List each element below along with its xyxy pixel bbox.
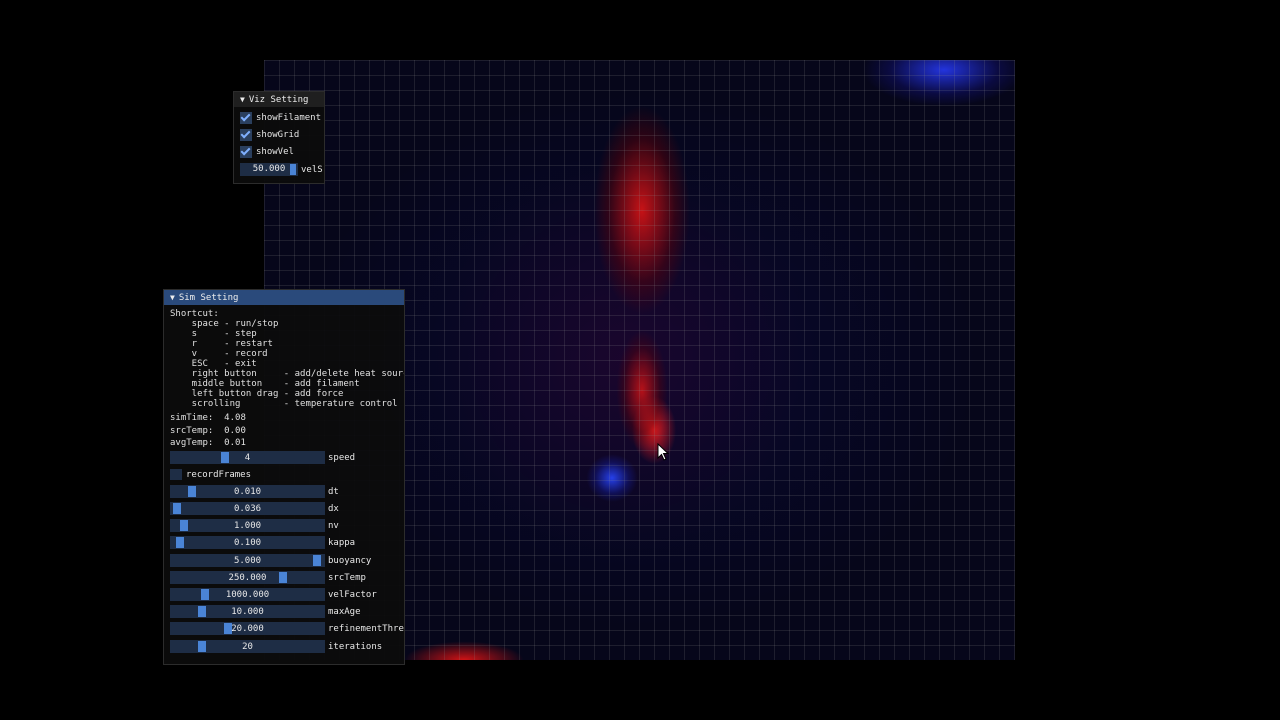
slider-row-dt[interactable]: 0.010 dt (170, 484, 398, 501)
kappa-label: kappa (328, 538, 356, 549)
viz-setting-panel[interactable]: ▼ Viz Setting showFilament showGrid showVel… (233, 91, 325, 184)
kappa-value: 0.100 (233, 538, 262, 549)
buoyancy-value: 5.000 (233, 555, 262, 566)
shortcut-line: space - run/stop (170, 319, 279, 329)
dt-label: dt (328, 486, 339, 497)
checkbox-showGrid[interactable] (240, 129, 252, 141)
viz-setting-title: Viz Setting (248, 95, 309, 105)
vel-scale-label: velS (301, 165, 323, 175)
speed-slider[interactable]: 4 (170, 450, 325, 464)
shortcut-line: v - record (170, 349, 268, 359)
stat-line: srcTemp: 0.00 (170, 425, 246, 436)
checkbox-row-showGrid[interactable]: showGrid (234, 127, 324, 144)
kappa-slider[interactable]: 0.100 (170, 536, 325, 550)
slider-row-refinementThre[interactable]: 20.000 refinementThre (170, 621, 404, 638)
velFactor-value: 1000.000 (225, 590, 270, 600)
collapse-arrow-icon[interactable]: ▼ (170, 290, 175, 305)
slider-row-velFactor[interactable]: 1000.000 velFactor (170, 587, 398, 604)
slider-row-srcTemp[interactable]: 250.000 srcTemp (170, 570, 398, 587)
checkbox-label: showVel (256, 147, 294, 157)
speed-value: 4 (244, 452, 251, 463)
vel-scale-value: 50.000 (252, 164, 286, 174)
checkbox-row-showFilament[interactable]: showFilament (234, 110, 324, 127)
shortcut-line: left button drag - add force (170, 389, 344, 399)
checkbox-label: showFilament (256, 113, 322, 123)
mouse-cursor-icon (657, 443, 669, 461)
checkbox-row-showVel[interactable]: showVel (234, 144, 324, 161)
shortcut-help: Shortcut: space - run/stop s - step r - … (170, 309, 405, 409)
viz-setting-titlebar[interactable]: ▼ Viz Setting (234, 92, 324, 107)
dt-value: 0.010 (233, 486, 262, 497)
slider-row-dx[interactable]: 0.036 dx (170, 501, 398, 518)
shortcut-line: r - restart (170, 339, 273, 349)
shortcut-line: ESC - exit (170, 359, 257, 369)
stat-line: simTime: 4.08 (170, 413, 246, 423)
iterations-label: iterations (328, 641, 383, 652)
checkbox-showFilament[interactable] (240, 112, 252, 124)
buoyancy-label: buoyancy (328, 555, 372, 566)
slider-row-maxAge[interactable]: 10.000 maxAge (170, 604, 398, 621)
iterations-value: 20 (242, 641, 253, 652)
srcTemp-value: 250.000 (228, 572, 267, 583)
refinementThre-value: 20.000 (231, 624, 264, 635)
velFactor-slider[interactable]: 1000.000 (170, 588, 325, 601)
slider-row-buoyancy[interactable]: 5.000 buoyancy (170, 553, 398, 570)
collapse-arrow-icon[interactable]: ▼ (240, 92, 245, 107)
refinementThre-slider[interactable]: 20.000 (170, 622, 325, 636)
slider-row-kappa[interactable]: 0.100 kappa (170, 535, 398, 552)
dx-slider[interactable]: 0.036 (170, 502, 325, 516)
sim-setting-title: Sim Setting (178, 293, 239, 303)
stat-line: avgTemp: 0.01 (170, 438, 246, 448)
maxAge-label: maxAge (328, 607, 361, 618)
slider-row-nv[interactable]: 1.000 nv (170, 518, 398, 535)
shortcut-line: s - step (170, 329, 257, 339)
sim-setting-titlebar[interactable]: ▼ Sim Setting (164, 290, 404, 305)
nv-value: 1.000 (233, 521, 262, 532)
refinementThre-label: refinementThre (328, 624, 404, 635)
dx-label: dx (328, 504, 339, 515)
maxAge-value: 10.000 (231, 607, 264, 618)
slider-row-iterations[interactable]: 20 iterations (170, 639, 398, 656)
sim-stats: simTime: 4.08 srcTemp: 0.00 avgTemp: 0.01 (170, 412, 398, 450)
nv-slider[interactable]: 1.000 (170, 519, 325, 533)
dt-slider[interactable]: 0.010 (170, 484, 325, 498)
buoyancy-slider[interactable]: 5.000 (170, 553, 325, 567)
record-frames-label: recordFrames (186, 469, 252, 480)
shortcut-line: Shortcut: (170, 309, 219, 319)
checkbox-showVel[interactable] (240, 146, 252, 158)
speed-slider-row[interactable]: 4 speed (170, 450, 398, 467)
checkbox-label: showGrid (256, 130, 300, 140)
dx-value: 0.036 (233, 504, 262, 515)
record-frames-row[interactable]: recordFrames (170, 467, 398, 484)
srcTemp-label: srcTemp (328, 572, 366, 583)
iterations-slider[interactable]: 20 (170, 639, 325, 653)
shortcut-line: middle button - add filament (170, 379, 360, 389)
shortcut-line: right button - add/delete heat sourc (170, 369, 405, 379)
nv-label: nv (328, 521, 339, 532)
record-frames-checkbox[interactable] (170, 468, 182, 480)
sim-setting-panel[interactable]: ▼ Sim Setting Shortcut: space - run/stop … (163, 289, 405, 665)
velFactor-label: velFactor (328, 590, 377, 600)
speed-label: speed (328, 452, 356, 463)
shortcut-line: scrolling - temperature control (170, 399, 398, 409)
srcTemp-slider[interactable]: 250.000 (170, 570, 325, 584)
maxAge-slider[interactable]: 10.000 (170, 605, 325, 619)
vel-scale-slider-row[interactable]: 50.000 velS (240, 161, 324, 178)
